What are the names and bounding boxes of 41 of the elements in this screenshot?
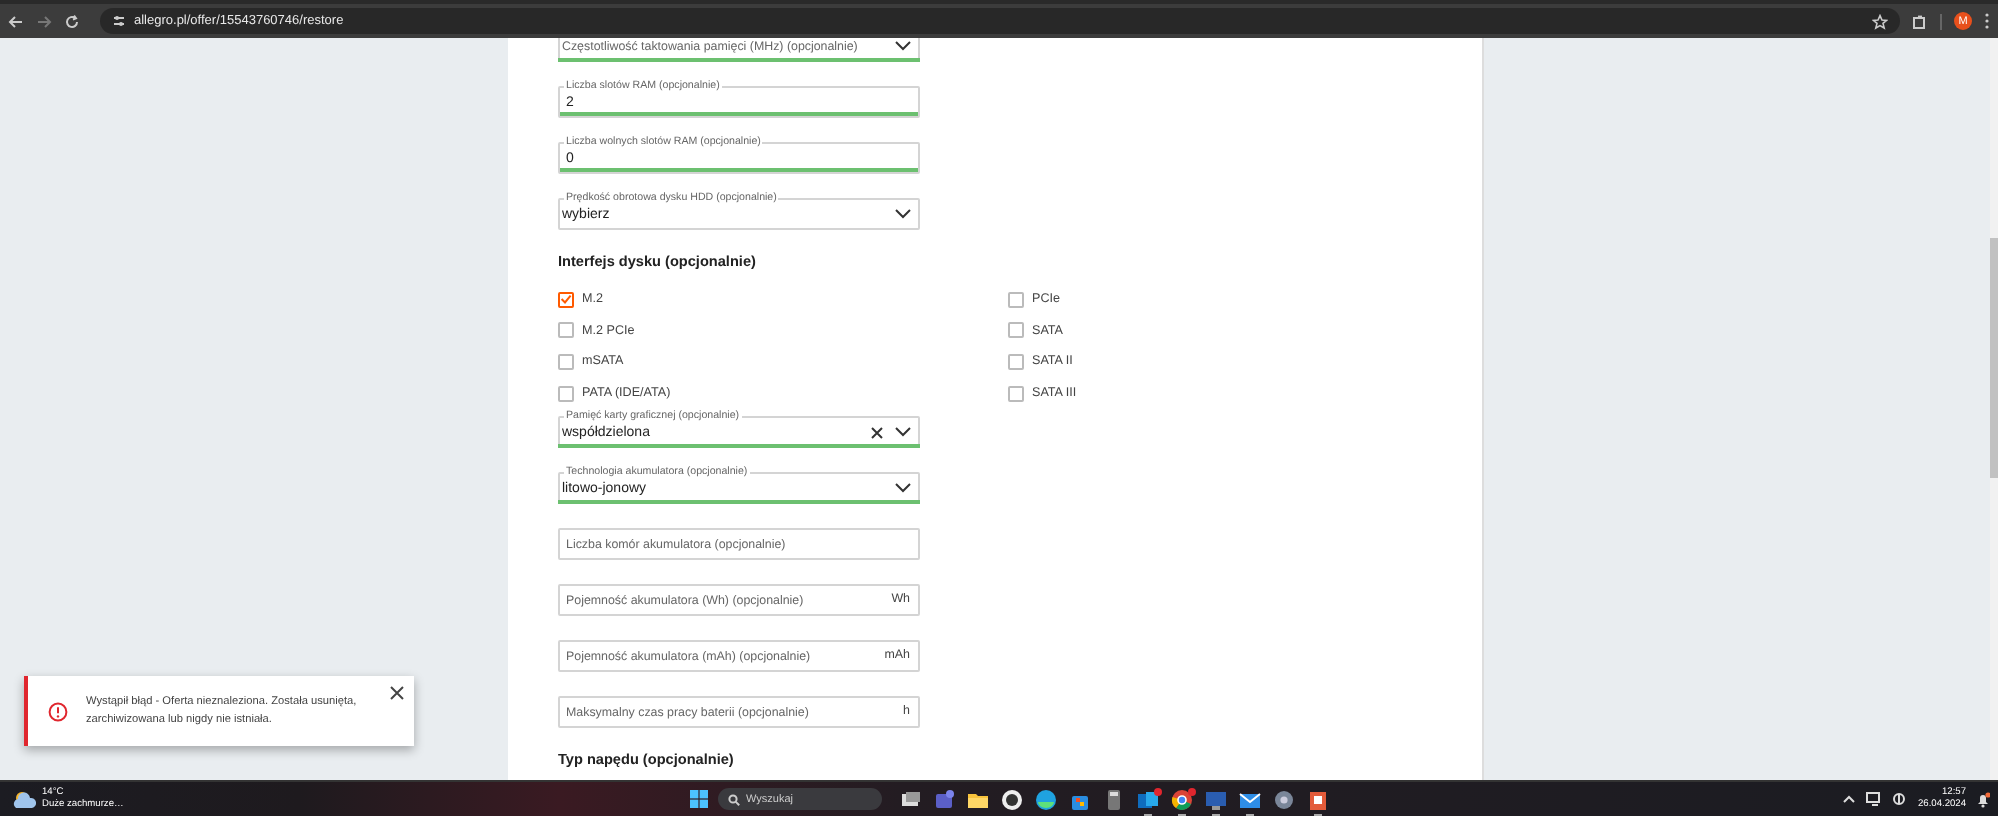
chevron-down-icon[interactable] bbox=[894, 426, 912, 439]
site-info-icon[interactable] bbox=[112, 14, 126, 28]
checkbox[interactable] bbox=[558, 322, 574, 339]
mail-app-icon[interactable] bbox=[1136, 787, 1160, 811]
checkbox[interactable] bbox=[1008, 291, 1024, 308]
settings-icon[interactable] bbox=[1272, 787, 1296, 811]
reload-icon[interactable] bbox=[64, 13, 80, 29]
monitor-icon[interactable] bbox=[1865, 792, 1882, 806]
circle-app-icon[interactable] bbox=[1000, 787, 1024, 811]
weather-icon[interactable] bbox=[12, 789, 36, 809]
monitor-app-icon[interactable] bbox=[1204, 787, 1228, 811]
chevron-up-icon[interactable] bbox=[1841, 794, 1856, 804]
task-view-icon[interactable] bbox=[898, 787, 922, 811]
checkbox[interactable] bbox=[558, 291, 574, 308]
chevron-down-icon[interactable] bbox=[894, 482, 912, 495]
calculator-icon[interactable] bbox=[1102, 787, 1126, 811]
clear-icon[interactable] bbox=[870, 425, 884, 440]
browser-icon[interactable] bbox=[1034, 787, 1058, 811]
scrollbar-thumb[interactable] bbox=[1990, 238, 1998, 478]
document-app-icon[interactable] bbox=[1306, 787, 1330, 811]
checkbox[interactable] bbox=[1008, 322, 1024, 339]
checkbox[interactable] bbox=[558, 385, 574, 402]
chevron-down-icon[interactable] bbox=[894, 40, 912, 52]
checkbox[interactable] bbox=[1008, 385, 1024, 402]
checkbox[interactable] bbox=[558, 353, 574, 370]
menu-icon[interactable] bbox=[1984, 12, 1990, 30]
browser-icon[interactable] bbox=[1170, 787, 1194, 811]
start-icon[interactable] bbox=[690, 790, 708, 808]
checkbox[interactable] bbox=[1008, 353, 1024, 370]
error-icon bbox=[48, 701, 68, 721]
network-icon[interactable] bbox=[1891, 792, 1908, 806]
close-icon[interactable] bbox=[390, 686, 404, 700]
search-icon bbox=[728, 793, 740, 805]
chat-app-icon[interactable] bbox=[932, 787, 956, 811]
forward-icon[interactable] bbox=[36, 13, 52, 29]
envelope-icon[interactable] bbox=[1238, 787, 1262, 811]
chevron-down-icon[interactable] bbox=[894, 208, 912, 220]
back-icon[interactable] bbox=[8, 13, 24, 29]
star-icon[interactable] bbox=[1872, 13, 1888, 29]
extensions-icon[interactable] bbox=[1912, 13, 1928, 29]
notification-bell-icon[interactable] bbox=[1976, 791, 1990, 807]
